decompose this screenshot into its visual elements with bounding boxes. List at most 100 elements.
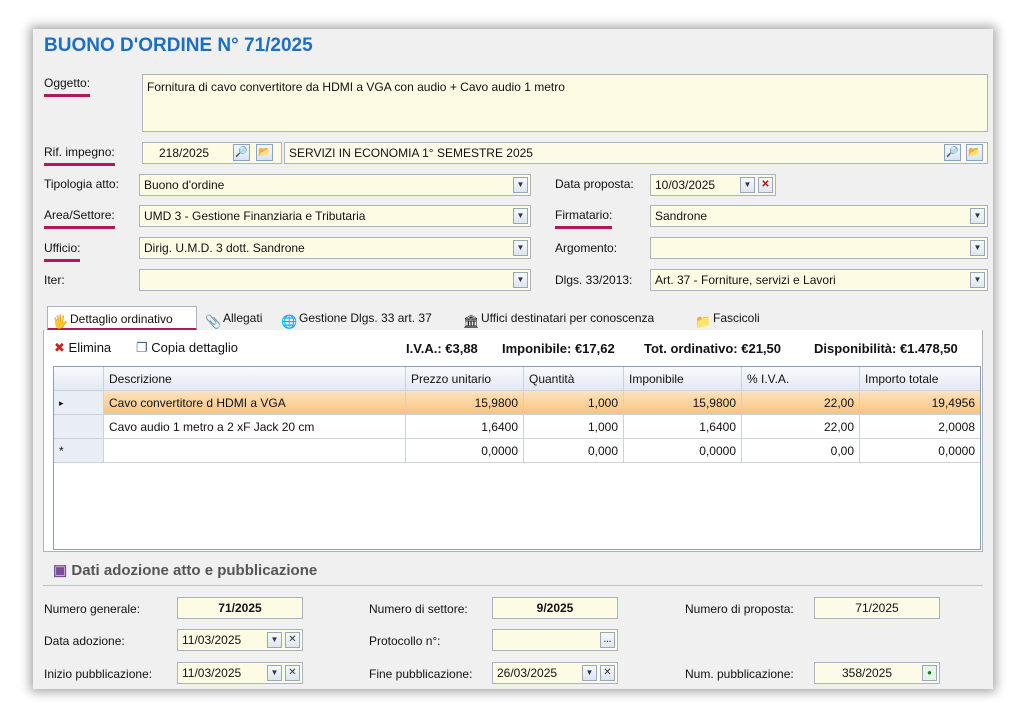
- chevron-down-icon[interactable]: ▼: [582, 665, 597, 681]
- numero-proposta-field: 71/2025: [814, 597, 940, 619]
- row-selector[interactable]: *: [54, 439, 104, 463]
- rif-impegno-label: Rif. impegno:: [44, 145, 115, 166]
- iter-select[interactable]: ▼: [139, 269, 531, 291]
- header-corner: [54, 367, 104, 391]
- table-row[interactable]: ▸ Cavo convertitore d HDMI a VGA 15,9800…: [54, 391, 980, 415]
- cell-descrizione[interactable]: Cavo audio 1 metro a 2 xF Jack 20 cm: [104, 415, 406, 439]
- adozione-title-text: Dati adozione atto e pubblicazione: [71, 562, 318, 579]
- search-impegno-button[interactable]: 🔎: [233, 144, 250, 161]
- argomento-select[interactable]: ▼: [650, 237, 988, 259]
- tab-dettaglio-ordinativo[interactable]: 🖐 Dettaglio ordinativo: [47, 306, 197, 331]
- column-header[interactable]: Quantità: [524, 367, 624, 391]
- tab-label: Uffici destinatari per conoscenza: [481, 311, 655, 325]
- cell-importo[interactable]: 0,0000: [860, 439, 980, 463]
- clear-icon[interactable]: ✕: [285, 665, 300, 681]
- data-proposta-field[interactable]: 10/03/2025 ▼ ✕: [650, 174, 776, 196]
- cell-prezzo[interactable]: 15,9800: [406, 391, 524, 415]
- chevron-down-icon[interactable]: ▼: [513, 272, 528, 288]
- chevron-down-icon[interactable]: ▼: [513, 208, 528, 224]
- firmatario-value: Sandrone: [655, 209, 708, 223]
- cell-prezzo[interactable]: 0,0000: [406, 439, 524, 463]
- cell-quantita[interactable]: 1,000: [524, 391, 624, 415]
- cell-imponibile[interactable]: 1,6400: [624, 415, 742, 439]
- ufficio-select[interactable]: Dirig. U.M.D. 3 dott. Sandrone ▼: [139, 237, 531, 259]
- chevron-down-icon[interactable]: ▼: [513, 240, 528, 256]
- num-pubblicazione-field: 358/2025 ●: [814, 662, 940, 684]
- cell-importo[interactable]: 2,0008: [860, 415, 980, 439]
- tipologia-select[interactable]: Buono d'ordine ▼: [139, 174, 531, 196]
- cell-iva[interactable]: 22,00: [742, 415, 860, 439]
- clear-icon[interactable]: ✕: [758, 177, 773, 193]
- tab-gestione-dlgs[interactable]: 🌐 Gestione Dlgs. 33 art. 37: [277, 308, 453, 330]
- dlgs-value: Art. 37 - Forniture, servizi e Lavori: [655, 273, 836, 287]
- open-impegno-desc-button[interactable]: 📂: [966, 144, 983, 161]
- fine-pubblicazione-field[interactable]: 26/03/2025 ▼ ✕: [492, 662, 618, 684]
- column-header[interactable]: Prezzo unitario: [406, 367, 524, 391]
- cell-prezzo[interactable]: 1,6400: [406, 415, 524, 439]
- oggetto-label: Oggetto:: [44, 76, 91, 97]
- row-selector[interactable]: ▸: [54, 391, 104, 415]
- numero-generale-field[interactable]: 71/2025: [177, 597, 303, 619]
- ufficio-label: Ufficio:: [44, 241, 81, 262]
- order-window: BUONO D'ORDINE N° 71/2025 Oggetto: Forni…: [33, 29, 993, 689]
- table-row-new[interactable]: * 0,0000 0,000 0,0000 0,00 0,0000: [54, 439, 980, 463]
- chevron-down-icon[interactable]: ▼: [267, 665, 282, 681]
- open-impegno-button[interactable]: 📂: [256, 144, 273, 161]
- detail-grid[interactable]: Descrizione Prezzo unitario Quantità Imp…: [53, 366, 981, 550]
- elimina-label: Elimina: [68, 340, 112, 355]
- chevron-down-icon[interactable]: ▼: [970, 208, 985, 224]
- search-impegno-desc-button[interactable]: 🔎: [944, 144, 961, 161]
- clear-icon[interactable]: ✕: [600, 665, 615, 681]
- dlgs-select[interactable]: Art. 37 - Forniture, servizi e Lavori ▼: [650, 269, 988, 291]
- globe-icon[interactable]: ●: [922, 665, 937, 681]
- numero-settore-field[interactable]: 9/2025: [492, 597, 618, 619]
- cell-iva[interactable]: 0,00: [742, 439, 860, 463]
- cell-quantita[interactable]: 1,000: [524, 415, 624, 439]
- data-proposta-label: Data proposta:: [555, 177, 634, 191]
- area-settore-label: Area/Settore:: [44, 208, 115, 229]
- chevron-down-icon[interactable]: ▼: [970, 240, 985, 256]
- data-adozione-label: Data adozione:: [44, 634, 125, 648]
- area-settore-select[interactable]: UMD 3 - Gestione Finanziaria e Tributari…: [139, 205, 531, 227]
- adozione-section-title: ▣ Dati adozione atto e pubblicazione: [53, 561, 317, 579]
- tab-fascicoli[interactable]: 📁 Fascicoli: [691, 308, 777, 330]
- protocollo-field[interactable]: …: [492, 629, 618, 651]
- cell-quantita[interactable]: 0,000: [524, 439, 624, 463]
- tab-uffici-destinatari[interactable]: 🏛 Uffici destinatari per conoscenza: [459, 308, 685, 330]
- chevron-down-icon[interactable]: ▼: [970, 272, 985, 288]
- folder-icon: 📂: [968, 147, 981, 158]
- data-adozione-field[interactable]: 11/03/2025 ▼ ✕: [177, 629, 303, 651]
- chevron-down-icon[interactable]: ▼: [740, 177, 755, 193]
- elimina-button[interactable]: ✖ Elimina: [54, 340, 111, 356]
- row-selector[interactable]: [54, 415, 104, 439]
- table-row[interactable]: Cavo audio 1 metro a 2 xF Jack 20 cm 1,6…: [54, 415, 980, 439]
- column-header[interactable]: Importo totale: [860, 367, 980, 391]
- ufficio-value: Dirig. U.M.D. 3 dott. Sandrone: [144, 241, 305, 255]
- inizio-pubblicazione-field[interactable]: 11/03/2025 ▼ ✕: [177, 662, 303, 684]
- tab-bar: 🖐 Dettaglio ordinativo 📎 Allegati 🌐 Gest…: [43, 306, 983, 331]
- cell-descrizione[interactable]: [104, 439, 406, 463]
- copia-dettaglio-button[interactable]: ❐ Copia dettaglio: [136, 340, 238, 356]
- column-header[interactable]: Imponibile: [624, 367, 742, 391]
- column-header[interactable]: Descrizione: [104, 367, 406, 391]
- cell-descrizione[interactable]: Cavo convertitore d HDMI a VGA: [104, 391, 406, 415]
- cell-imponibile[interactable]: 0,0000: [624, 439, 742, 463]
- tab-allegati[interactable]: 📎 Allegati: [201, 308, 273, 330]
- ellipsis-icon[interactable]: …: [600, 632, 615, 648]
- cell-iva[interactable]: 22,00: [742, 391, 860, 415]
- cell-imponibile[interactable]: 15,9800: [624, 391, 742, 415]
- chevron-down-icon[interactable]: ▼: [513, 177, 528, 193]
- firmatario-select[interactable]: Sandrone ▼: [650, 205, 988, 227]
- numero-settore-label: Numero di settore:: [369, 602, 468, 616]
- clear-icon[interactable]: ✕: [285, 632, 300, 648]
- copy-icon: ❐: [136, 340, 148, 355]
- firmatario-label: Firmatario:: [555, 208, 613, 229]
- cell-importo[interactable]: 19,4956: [860, 391, 980, 415]
- column-header[interactable]: % I.V.A.: [742, 367, 860, 391]
- oggetto-field[interactable]: Fornitura di cavo convertitore da HDMI a…: [142, 74, 988, 132]
- tab-label: Gestione Dlgs. 33 art. 37: [299, 311, 432, 325]
- search-icon: 🔎: [235, 147, 248, 158]
- grid-header: Descrizione Prezzo unitario Quantità Imp…: [54, 367, 980, 391]
- chevron-down-icon[interactable]: ▼: [267, 632, 282, 648]
- folder-icon: 📂: [258, 147, 271, 158]
